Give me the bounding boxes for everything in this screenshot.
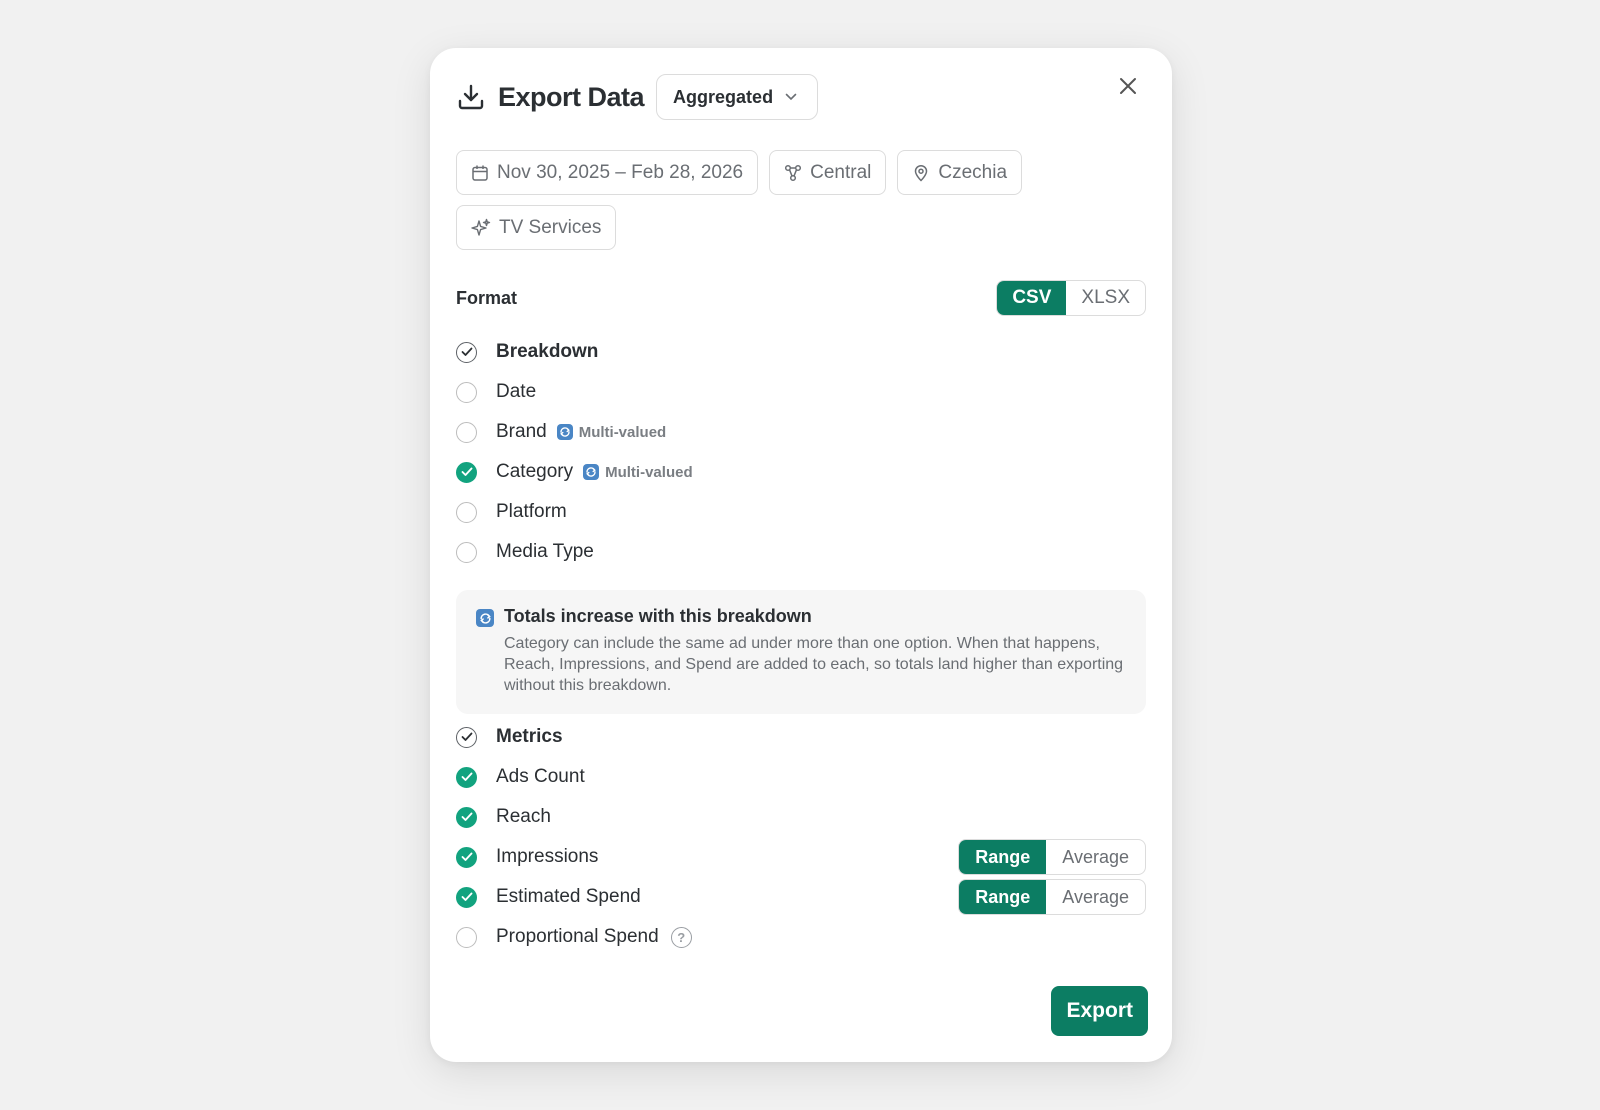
estimated-spend-mode-toggle: Range Average: [958, 879, 1146, 915]
metrics-list: Metrics Ads Count Reach Impressions Rang…: [456, 717, 1146, 957]
dialog-header: Export Data Aggregated: [456, 74, 819, 120]
checkbox[interactable]: [456, 501, 477, 523]
check-icon: [461, 892, 472, 901]
breakdown-item-label: Category: [496, 461, 574, 482]
breakdown-item-label: Media Type: [496, 541, 594, 562]
chevron-down-icon: [785, 93, 797, 101]
checkbox[interactable]: [456, 846, 477, 868]
category-label: TV Services: [499, 216, 602, 238]
date-range-label: Nov 30, 2025 – Feb 28, 2026: [497, 161, 744, 183]
checkbox[interactable]: [456, 806, 477, 828]
checkbox[interactable]: [456, 461, 477, 483]
breakdown-list: Breakdown Date Brand Multi-valued Catego…: [456, 332, 1146, 572]
multi-valued-icon: [583, 464, 600, 480]
breakdown-header-row[interactable]: Breakdown: [456, 332, 1146, 372]
breakdown-item-media-type[interactable]: Media Type: [456, 532, 1146, 572]
metric-item-label: Ads Count: [496, 766, 585, 787]
format-row: Format CSV XLSX: [456, 280, 1146, 316]
download-icon: [456, 82, 486, 112]
metric-item-label: Proportional Spend: [496, 926, 659, 947]
breakdown-item-platform[interactable]: Platform: [456, 492, 1146, 532]
checkbox[interactable]: [456, 381, 477, 403]
checkbox[interactable]: [456, 421, 477, 443]
breakdown-item-category[interactable]: Category Multi-valued: [456, 452, 1146, 492]
network-icon: [785, 164, 802, 181]
aggregation-mode-value: Aggregated: [673, 86, 774, 107]
breakdown-item-date[interactable]: Date: [456, 372, 1146, 412]
checkbox[interactable]: [456, 766, 477, 788]
page-title: Export Data: [498, 81, 645, 112]
export-button[interactable]: Export: [1051, 986, 1148, 1036]
location-pin-icon: [915, 164, 928, 182]
range-option[interactable]: Range: [959, 840, 1047, 874]
info-text: Category can include the same ad under m…: [504, 635, 1124, 694]
metric-item-reach[interactable]: Reach: [456, 797, 1146, 837]
region-chip[interactable]: Central: [769, 150, 887, 195]
multi-valued-label: Multi-valued: [578, 423, 667, 441]
format-toggle: CSV XLSX: [996, 280, 1146, 316]
check-icon: [461, 852, 472, 861]
format-label: Format: [456, 287, 518, 308]
breakdown-select-all-checkbox[interactable]: [456, 341, 477, 363]
category-chip[interactable]: TV Services: [456, 205, 617, 250]
format-csv-option[interactable]: CSV: [997, 281, 1067, 315]
help-icon[interactable]: ?: [670, 926, 692, 948]
close-icon: [1120, 78, 1136, 94]
check-icon: [461, 812, 472, 821]
multi-valued-icon: [556, 424, 573, 440]
average-option[interactable]: Average: [1046, 840, 1145, 874]
average-option[interactable]: Average: [1046, 880, 1145, 914]
metrics-header-row[interactable]: Metrics: [456, 717, 1146, 757]
metric-item-impressions[interactable]: Impressions Range Average: [456, 837, 1146, 877]
metric-item-proportional-spend[interactable]: Proportional Spend ?: [456, 917, 1146, 957]
checkbox[interactable]: [456, 541, 477, 563]
export-dialog: Export Data Aggregated Nov 30, 2025 – Fe…: [430, 48, 1172, 1062]
multi-valued-badge: Multi-valued: [583, 464, 693, 481]
metrics-label: Metrics: [496, 726, 563, 747]
range-option[interactable]: Range: [959, 880, 1047, 914]
checkbox[interactable]: [456, 886, 477, 908]
country-label: Czechia: [938, 161, 1008, 183]
multi-valued-badge: Multi-valued: [556, 423, 667, 441]
multi-valued-icon: [476, 609, 494, 627]
metric-item-estimated-spend[interactable]: Estimated Spend Range Average: [456, 877, 1146, 917]
calendar-icon: [472, 165, 488, 181]
sparkle-icon: [471, 218, 491, 236]
breakdown-item-brand[interactable]: Brand Multi-valued: [456, 412, 1146, 452]
multi-valued-label: Multi-valued: [605, 463, 693, 481]
metric-item-ads-count[interactable]: Ads Count: [456, 757, 1146, 797]
checkbox[interactable]: [456, 926, 477, 948]
info-title: Totals increase with this breakdown: [504, 606, 812, 626]
check-icon: [461, 467, 472, 476]
aggregation-mode-select[interactable]: Aggregated: [656, 74, 819, 120]
breakdown-item-label: Date: [496, 381, 537, 402]
check-icon: [461, 772, 472, 781]
metric-item-label: Impressions: [496, 846, 599, 867]
breakdown-item-label: Platform: [496, 501, 567, 522]
country-chip[interactable]: Czechia: [897, 150, 1023, 195]
impressions-mode-toggle: Range Average: [958, 839, 1146, 875]
metric-item-label: Estimated Spend: [496, 886, 641, 907]
format-xlsx-option[interactable]: XLSX: [1066, 281, 1145, 315]
close-button[interactable]: [1112, 70, 1144, 102]
check-icon: [461, 347, 472, 356]
date-range-chip[interactable]: Nov 30, 2025 – Feb 28, 2026: [456, 150, 759, 195]
breakdown-label: Breakdown: [496, 341, 599, 362]
metrics-select-all-checkbox[interactable]: [456, 726, 477, 748]
filter-chips: Nov 30, 2025 – Feb 28, 2026 Central Czec…: [456, 150, 1156, 250]
check-icon: [461, 732, 472, 741]
multi-valued-info-callout: Totals increase with this breakdown Cate…: [456, 590, 1146, 714]
metric-item-label: Reach: [496, 806, 551, 827]
region-label: Central: [810, 161, 872, 183]
breakdown-item-label: Brand: [496, 421, 547, 442]
